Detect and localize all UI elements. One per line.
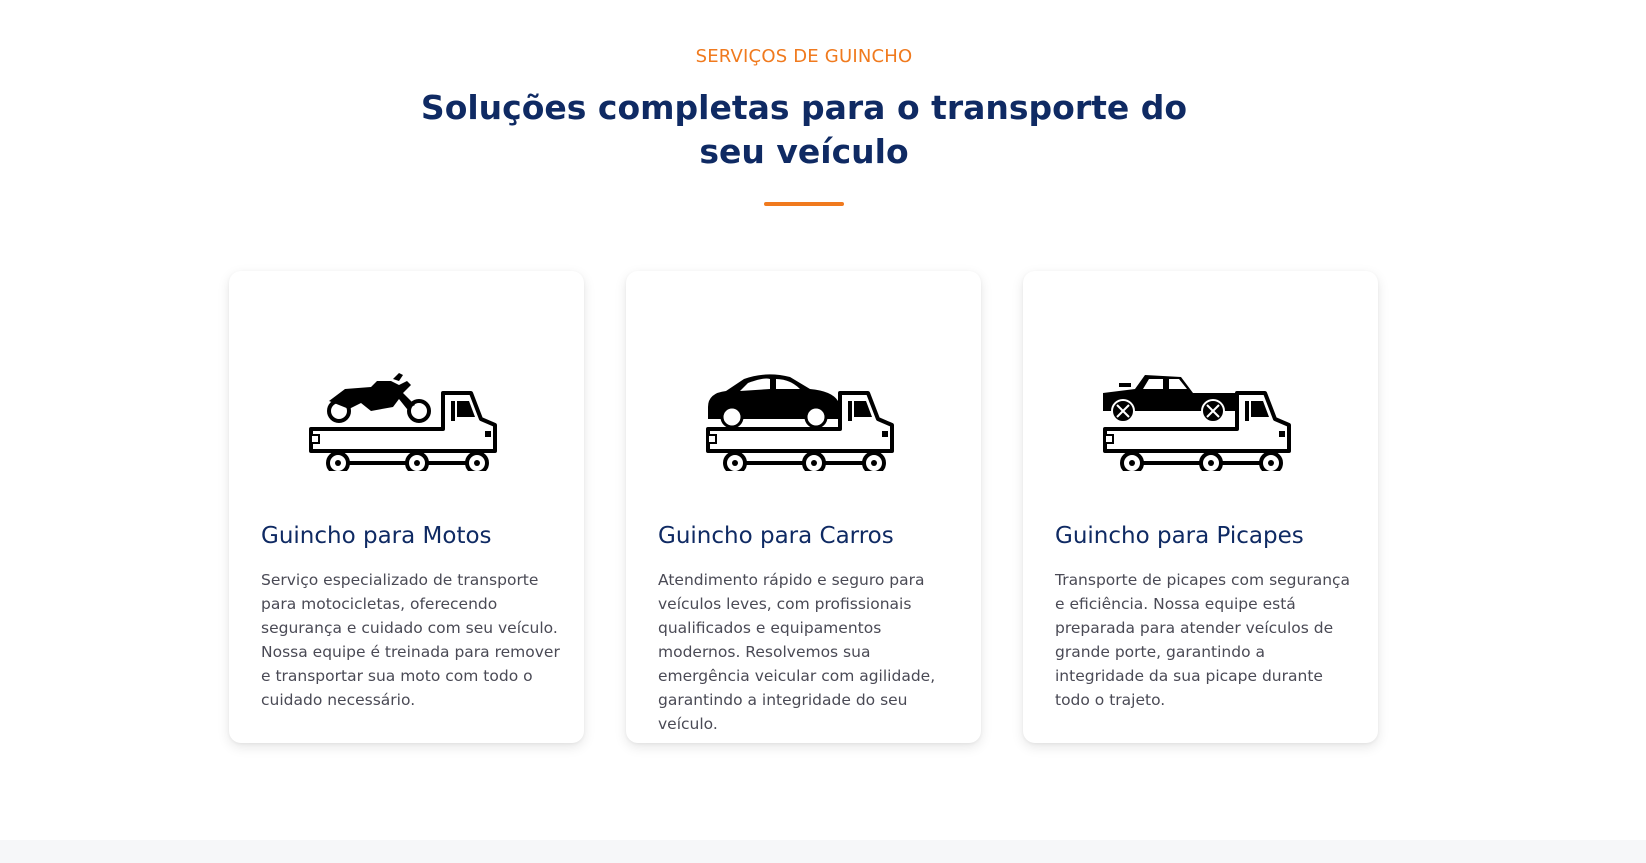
section-heading: Soluções completas para o transporte do …	[420, 88, 1188, 171]
card-title: Guincho para Motos	[261, 523, 492, 549]
card-description: Atendimento rápido e seguro para veículo…	[658, 571, 936, 733]
card-description: Transporte de picapes com segurança e ef…	[1055, 571, 1351, 709]
service-card-carros: Guincho para Carros Atendimento rápido e…	[626, 271, 981, 743]
card-description: Serviço especializado de transporte para…	[261, 571, 560, 709]
tow-truck-car-icon	[706, 374, 894, 471]
section-eyebrow: SERVIÇOS DE GUINCHO	[695, 46, 913, 67]
service-card-motos: Guincho para Motos Serviço especializado…	[229, 271, 584, 743]
service-card-picapes: Guincho para Picapes Transporte de picap…	[1023, 271, 1378, 743]
tow-truck-motorcycle-icon	[309, 373, 497, 471]
next-section-band	[0, 840, 1646, 863]
card-title: Guincho para Carros	[658, 523, 894, 549]
services-section: SERVIÇOS DE GUINCHO Soluções completas p…	[0, 0, 1646, 840]
heading-divider	[764, 202, 844, 206]
card-title: Guincho para Picapes	[1055, 523, 1304, 549]
tow-truck-pickup-icon	[1103, 375, 1291, 471]
